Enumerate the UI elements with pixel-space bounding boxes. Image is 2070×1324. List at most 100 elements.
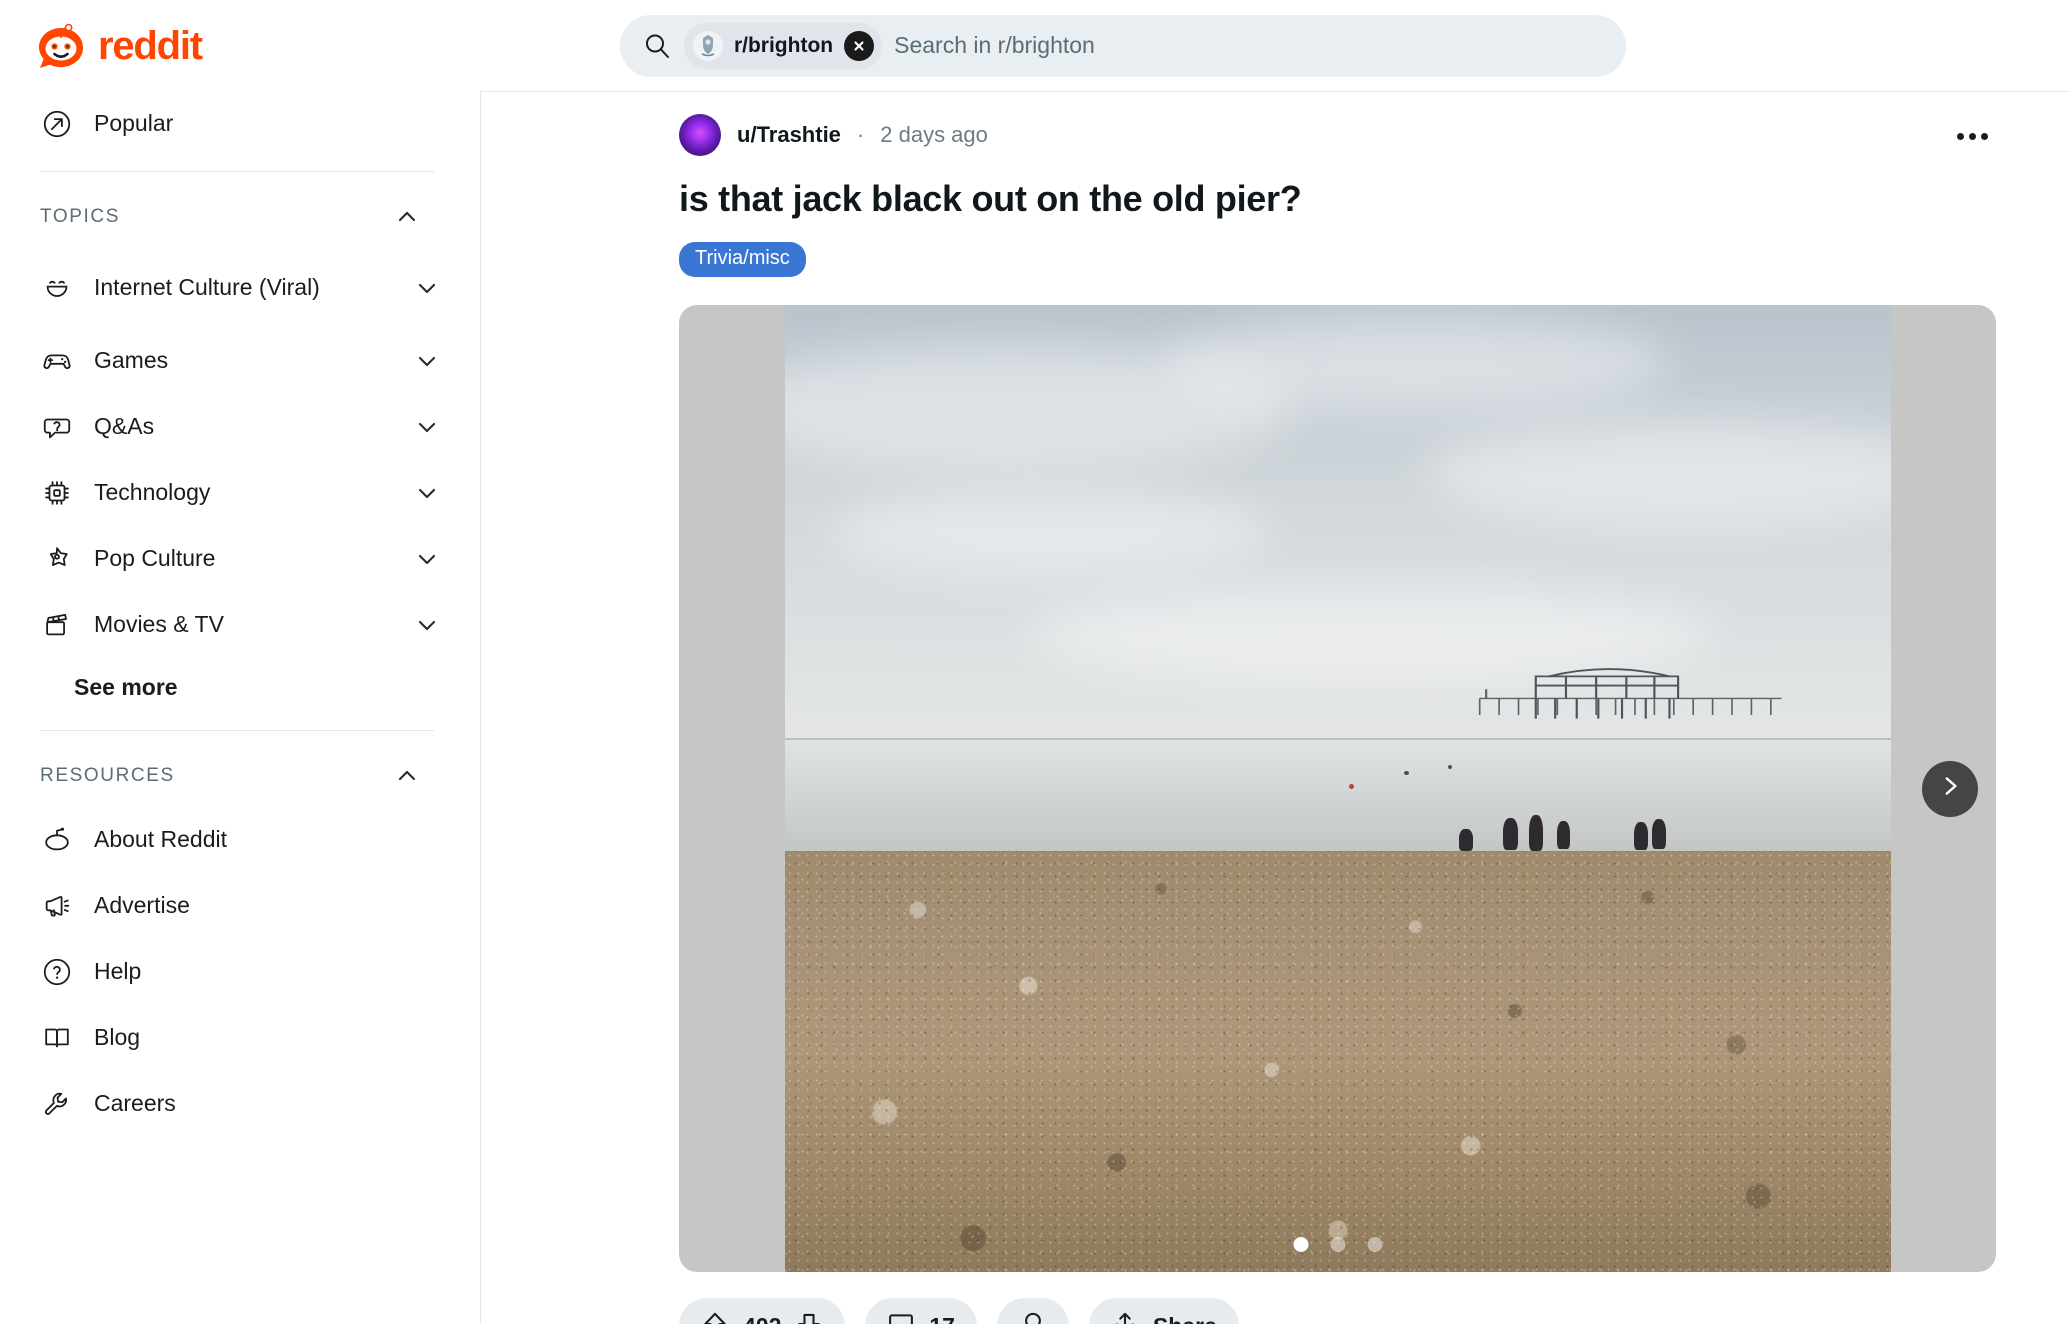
post-author-link[interactable]: u/Trashtie bbox=[737, 122, 841, 148]
award-button[interactable] bbox=[996, 1298, 1069, 1324]
sidebar-item-label: Help bbox=[94, 958, 142, 985]
sidebar-item-label: Careers bbox=[94, 1090, 176, 1117]
sidebar-item-technology[interactable]: Technology bbox=[20, 460, 454, 526]
popular-arrow-icon bbox=[40, 107, 74, 141]
sidebar-item-movies-tv[interactable]: Movies & TV bbox=[20, 592, 454, 658]
search-bar[interactable]: r/brighton Search in r/brighton bbox=[619, 14, 1626, 77]
sidebar-item-label: Movies & TV bbox=[94, 611, 224, 638]
carousel-next-button[interactable] bbox=[1922, 760, 1978, 817]
comments-button[interactable]: 17 bbox=[865, 1298, 977, 1324]
post-media-carousel[interactable] bbox=[679, 305, 1996, 1272]
wrench-icon bbox=[40, 1087, 74, 1121]
close-x-icon[interactable] bbox=[844, 30, 875, 61]
sidebar-item-qandas[interactable]: Q&As bbox=[20, 394, 454, 460]
post-action-bar: 402 17 bbox=[679, 1272, 1996, 1324]
post: u/Trashtie · 2 days ago is that jack bla… bbox=[481, 92, 2070, 1324]
sidebar-item-internet-culture[interactable]: Internet Culture (Viral) bbox=[20, 248, 454, 328]
carousel-dot[interactable] bbox=[1367, 1237, 1382, 1252]
search-icon bbox=[642, 31, 672, 61]
left-sidebar: Popular TOPICS Internet Culture (Viral) … bbox=[0, 91, 481, 1324]
topics-title: TOPICS bbox=[40, 206, 120, 227]
sidebar-divider bbox=[40, 730, 434, 731]
sidebar-item-label: Internet Culture (Viral) bbox=[94, 274, 320, 301]
avatar[interactable] bbox=[679, 114, 721, 156]
resources-title: RESOURCES bbox=[40, 765, 175, 786]
buoy bbox=[1348, 783, 1354, 789]
post-header: u/Trashtie · 2 days ago bbox=[679, 114, 1996, 156]
sidebar-item-about-reddit[interactable]: About Reddit bbox=[20, 807, 454, 873]
chevron-up-icon[interactable] bbox=[394, 763, 420, 789]
sea-region bbox=[784, 740, 1891, 852]
sidebar-item-games[interactable]: Games bbox=[20, 328, 454, 394]
share-label: Share bbox=[1153, 1313, 1217, 1324]
clapperboard-icon bbox=[40, 608, 74, 642]
post-image[interactable] bbox=[784, 305, 1891, 1272]
sidebar-item-careers[interactable]: Careers bbox=[20, 1071, 454, 1137]
carousel-dot[interactable] bbox=[1293, 1237, 1308, 1252]
smiley-face-icon bbox=[40, 271, 74, 305]
sidebar-divider bbox=[40, 171, 434, 172]
main-content: u/Trashtie · 2 days ago is that jack bla… bbox=[481, 91, 2070, 1324]
buoy bbox=[1403, 771, 1409, 776]
resources-section-header[interactable]: RESOURCES bbox=[20, 745, 454, 807]
post-flair-badge[interactable]: Trivia/misc bbox=[679, 242, 806, 277]
sidebar-item-help[interactable]: Help bbox=[20, 939, 454, 1005]
megaphone-icon bbox=[40, 889, 74, 923]
sidebar-item-label: Technology bbox=[94, 479, 211, 506]
star-icon bbox=[40, 542, 74, 576]
cpu-chip-icon bbox=[40, 476, 74, 510]
cloud bbox=[1160, 314, 1670, 412]
post-timestamp: 2 days ago bbox=[880, 122, 988, 147]
page-body: Popular TOPICS Internet Culture (Viral) … bbox=[0, 91, 2070, 1324]
separator: · bbox=[856, 122, 865, 147]
reddit-page: reddit r/brighton Search in r/brighton P… bbox=[0, 0, 2070, 1324]
sidebar-item-label: Advertise bbox=[94, 892, 190, 919]
chevron-down-icon[interactable] bbox=[414, 546, 440, 572]
share-arrow-icon bbox=[1111, 1310, 1139, 1324]
upvote-arrow-icon[interactable] bbox=[701, 1310, 729, 1324]
sidebar-item-pop-culture[interactable]: Pop Culture bbox=[20, 526, 454, 592]
pebble-beach-region bbox=[784, 851, 1891, 1272]
reddit-snoo-logo-icon bbox=[34, 19, 88, 73]
more-options-icon[interactable] bbox=[1948, 116, 1996, 156]
share-button[interactable]: Share bbox=[1088, 1298, 1239, 1324]
sidebar-item-label: Popular bbox=[94, 110, 174, 137]
question-bubble-icon bbox=[40, 410, 74, 444]
subreddit-filter-chip[interactable]: r/brighton bbox=[683, 22, 883, 69]
subreddit-avatar-icon bbox=[692, 30, 723, 61]
chevron-down-icon[interactable] bbox=[414, 275, 440, 301]
open-book-icon bbox=[40, 1021, 74, 1055]
carousel-dot[interactable] bbox=[1330, 1237, 1345, 1252]
search-input[interactable]: Search in r/brighton bbox=[894, 32, 1095, 59]
post-title: is that jack black out on the old pier? bbox=[679, 178, 1302, 219]
sidebar-item-label: Blog bbox=[94, 1024, 141, 1051]
help-circle-icon bbox=[40, 955, 74, 989]
chevron-down-icon[interactable] bbox=[414, 612, 440, 638]
search-area: r/brighton Search in r/brighton bbox=[202, 14, 2044, 77]
chevron-up-icon[interactable] bbox=[394, 204, 420, 230]
chevron-down-icon[interactable] bbox=[414, 414, 440, 440]
chevron-right-icon bbox=[1937, 773, 1963, 804]
gamepad-icon bbox=[40, 344, 74, 378]
sidebar-item-label: Pop Culture bbox=[94, 545, 216, 572]
snoo-outline-icon bbox=[40, 823, 74, 857]
sidebar-item-label: Q&As bbox=[94, 413, 155, 440]
downvote-arrow-icon[interactable] bbox=[795, 1310, 823, 1324]
vote-control[interactable]: 402 bbox=[679, 1298, 846, 1324]
sidebar-item-label: Games bbox=[94, 347, 169, 374]
cloud bbox=[828, 488, 1272, 576]
west-pier-ruin bbox=[1478, 668, 1782, 719]
chevron-down-icon[interactable] bbox=[414, 348, 440, 374]
award-rosette-icon bbox=[1019, 1310, 1047, 1324]
chevron-down-icon[interactable] bbox=[414, 480, 440, 506]
sidebar-item-label: About Reddit bbox=[94, 826, 227, 853]
comment-bubble-icon bbox=[887, 1310, 915, 1324]
sidebar-item-advertise[interactable]: Advertise bbox=[20, 873, 454, 939]
subreddit-chip-label: r/brighton bbox=[733, 33, 834, 57]
sidebar-item-blog[interactable]: Blog bbox=[20, 1005, 454, 1071]
reddit-home-link[interactable]: reddit bbox=[26, 0, 203, 91]
reddit-wordmark: reddit bbox=[98, 23, 203, 68]
sidebar-item-popular[interactable]: Popular bbox=[20, 91, 454, 157]
topics-section-header[interactable]: TOPICS bbox=[20, 186, 454, 248]
see-more-topics-button[interactable]: See more bbox=[54, 658, 454, 716]
